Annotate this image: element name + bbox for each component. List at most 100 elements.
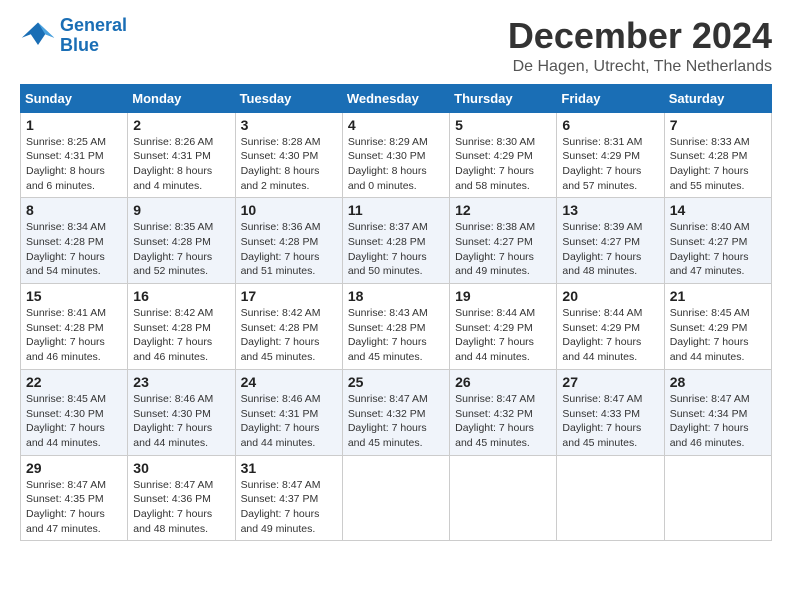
sunset-label: Sunset: 4:30 PM	[26, 408, 104, 420]
day-number: 23	[133, 374, 229, 390]
sunset-label: Sunset: 4:31 PM	[241, 408, 319, 420]
calendar-day-cell: 29 Sunrise: 8:47 AM Sunset: 4:35 PM Dayl…	[21, 455, 128, 541]
day-number: 8	[26, 202, 122, 218]
sunrise-label: Sunrise: 8:43 AM	[348, 307, 428, 319]
calendar-day-cell: 3 Sunrise: 8:28 AM Sunset: 4:30 PM Dayli…	[235, 112, 342, 198]
day-info: Sunrise: 8:47 AM Sunset: 4:37 PM Dayligh…	[241, 478, 337, 537]
logo-icon	[20, 18, 56, 54]
header-day-tuesday: Tuesday	[235, 84, 342, 112]
day-info: Sunrise: 8:42 AM Sunset: 4:28 PM Dayligh…	[133, 306, 229, 365]
day-info: Sunrise: 8:26 AM Sunset: 4:31 PM Dayligh…	[133, 135, 229, 194]
daylight-label: Daylight: 8 hours and 0 minutes.	[348, 165, 427, 192]
day-number: 5	[455, 117, 551, 133]
day-info: Sunrise: 8:43 AM Sunset: 4:28 PM Dayligh…	[348, 306, 444, 365]
calendar-day-cell: 4 Sunrise: 8:29 AM Sunset: 4:30 PM Dayli…	[342, 112, 449, 198]
day-info: Sunrise: 8:44 AM Sunset: 4:29 PM Dayligh…	[562, 306, 658, 365]
empty-cell	[664, 455, 771, 541]
header-day-friday: Friday	[557, 84, 664, 112]
sunset-label: Sunset: 4:30 PM	[348, 150, 426, 162]
calendar-day-cell: 16 Sunrise: 8:42 AM Sunset: 4:28 PM Dayl…	[128, 284, 235, 370]
day-number: 25	[348, 374, 444, 390]
day-number: 11	[348, 202, 444, 218]
header-day-saturday: Saturday	[664, 84, 771, 112]
calendar-day-cell: 12 Sunrise: 8:38 AM Sunset: 4:27 PM Dayl…	[450, 198, 557, 284]
day-info: Sunrise: 8:29 AM Sunset: 4:30 PM Dayligh…	[348, 135, 444, 194]
logo: General Blue	[20, 16, 127, 56]
calendar-week-row: 15 Sunrise: 8:41 AM Sunset: 4:28 PM Dayl…	[21, 284, 772, 370]
sunset-label: Sunset: 4:28 PM	[348, 236, 426, 248]
day-number: 17	[241, 288, 337, 304]
day-info: Sunrise: 8:30 AM Sunset: 4:29 PM Dayligh…	[455, 135, 551, 194]
sunrise-label: Sunrise: 8:42 AM	[241, 307, 321, 319]
day-info: Sunrise: 8:36 AM Sunset: 4:28 PM Dayligh…	[241, 220, 337, 279]
sunrise-label: Sunrise: 8:26 AM	[133, 136, 213, 148]
calendar-day-cell: 10 Sunrise: 8:36 AM Sunset: 4:28 PM Dayl…	[235, 198, 342, 284]
daylight-label: Daylight: 7 hours and 45 minutes.	[562, 422, 641, 449]
daylight-label: Daylight: 8 hours and 2 minutes.	[241, 165, 320, 192]
sunset-label: Sunset: 4:31 PM	[133, 150, 211, 162]
calendar-day-cell: 26 Sunrise: 8:47 AM Sunset: 4:32 PM Dayl…	[450, 369, 557, 455]
calendar-day-cell: 27 Sunrise: 8:47 AM Sunset: 4:33 PM Dayl…	[557, 369, 664, 455]
day-number: 30	[133, 460, 229, 476]
sunrise-label: Sunrise: 8:47 AM	[670, 393, 750, 405]
calendar-day-cell: 28 Sunrise: 8:47 AM Sunset: 4:34 PM Dayl…	[664, 369, 771, 455]
daylight-label: Daylight: 7 hours and 44 minutes.	[455, 336, 534, 363]
calendar-day-cell: 22 Sunrise: 8:45 AM Sunset: 4:30 PM Dayl…	[21, 369, 128, 455]
sunrise-label: Sunrise: 8:42 AM	[133, 307, 213, 319]
day-info: Sunrise: 8:42 AM Sunset: 4:28 PM Dayligh…	[241, 306, 337, 365]
sunset-label: Sunset: 4:28 PM	[26, 236, 104, 248]
sunrise-label: Sunrise: 8:25 AM	[26, 136, 106, 148]
day-number: 3	[241, 117, 337, 133]
sunrise-label: Sunrise: 8:41 AM	[26, 307, 106, 319]
calendar-header-row: SundayMondayTuesdayWednesdayThursdayFrid…	[21, 84, 772, 112]
calendar-table: SundayMondayTuesdayWednesdayThursdayFrid…	[20, 84, 772, 542]
empty-cell	[450, 455, 557, 541]
day-info: Sunrise: 8:45 AM Sunset: 4:29 PM Dayligh…	[670, 306, 766, 365]
day-info: Sunrise: 8:41 AM Sunset: 4:28 PM Dayligh…	[26, 306, 122, 365]
month-year-title: December 2024	[508, 16, 772, 56]
daylight-label: Daylight: 7 hours and 45 minutes.	[455, 422, 534, 449]
daylight-label: Daylight: 7 hours and 50 minutes.	[348, 251, 427, 278]
day-number: 18	[348, 288, 444, 304]
calendar-day-cell: 17 Sunrise: 8:42 AM Sunset: 4:28 PM Dayl…	[235, 284, 342, 370]
day-info: Sunrise: 8:37 AM Sunset: 4:28 PM Dayligh…	[348, 220, 444, 279]
logo-text: General Blue	[60, 16, 127, 56]
day-number: 26	[455, 374, 551, 390]
sunrise-label: Sunrise: 8:44 AM	[455, 307, 535, 319]
sunrise-label: Sunrise: 8:47 AM	[133, 479, 213, 491]
sunset-label: Sunset: 4:29 PM	[562, 150, 640, 162]
sunrise-label: Sunrise: 8:29 AM	[348, 136, 428, 148]
day-number: 1	[26, 117, 122, 133]
sunrise-label: Sunrise: 8:33 AM	[670, 136, 750, 148]
calendar-day-cell: 31 Sunrise: 8:47 AM Sunset: 4:37 PM Dayl…	[235, 455, 342, 541]
day-info: Sunrise: 8:31 AM Sunset: 4:29 PM Dayligh…	[562, 135, 658, 194]
day-info: Sunrise: 8:28 AM Sunset: 4:30 PM Dayligh…	[241, 135, 337, 194]
sunset-label: Sunset: 4:28 PM	[133, 322, 211, 334]
daylight-label: Daylight: 7 hours and 49 minutes.	[241, 508, 320, 535]
sunrise-label: Sunrise: 8:47 AM	[455, 393, 535, 405]
daylight-label: Daylight: 7 hours and 48 minutes.	[133, 508, 212, 535]
daylight-label: Daylight: 7 hours and 45 minutes.	[241, 336, 320, 363]
day-info: Sunrise: 8:33 AM Sunset: 4:28 PM Dayligh…	[670, 135, 766, 194]
sunset-label: Sunset: 4:28 PM	[241, 236, 319, 248]
calendar-day-cell: 9 Sunrise: 8:35 AM Sunset: 4:28 PM Dayli…	[128, 198, 235, 284]
day-number: 6	[562, 117, 658, 133]
sunrise-label: Sunrise: 8:45 AM	[670, 307, 750, 319]
header-day-sunday: Sunday	[21, 84, 128, 112]
daylight-label: Daylight: 7 hours and 45 minutes.	[348, 422, 427, 449]
sunrise-label: Sunrise: 8:38 AM	[455, 221, 535, 233]
empty-cell	[557, 455, 664, 541]
calendar-day-cell: 6 Sunrise: 8:31 AM Sunset: 4:29 PM Dayli…	[557, 112, 664, 198]
calendar-day-cell: 25 Sunrise: 8:47 AM Sunset: 4:32 PM Dayl…	[342, 369, 449, 455]
sunset-label: Sunset: 4:31 PM	[26, 150, 104, 162]
day-number: 28	[670, 374, 766, 390]
sunset-label: Sunset: 4:29 PM	[455, 322, 533, 334]
sunrise-label: Sunrise: 8:28 AM	[241, 136, 321, 148]
day-number: 9	[133, 202, 229, 218]
day-number: 12	[455, 202, 551, 218]
daylight-label: Daylight: 7 hours and 44 minutes.	[241, 422, 320, 449]
calendar-day-cell: 15 Sunrise: 8:41 AM Sunset: 4:28 PM Dayl…	[21, 284, 128, 370]
calendar-day-cell: 18 Sunrise: 8:43 AM Sunset: 4:28 PM Dayl…	[342, 284, 449, 370]
calendar-day-cell: 5 Sunrise: 8:30 AM Sunset: 4:29 PM Dayli…	[450, 112, 557, 198]
calendar-day-cell: 2 Sunrise: 8:26 AM Sunset: 4:31 PM Dayli…	[128, 112, 235, 198]
